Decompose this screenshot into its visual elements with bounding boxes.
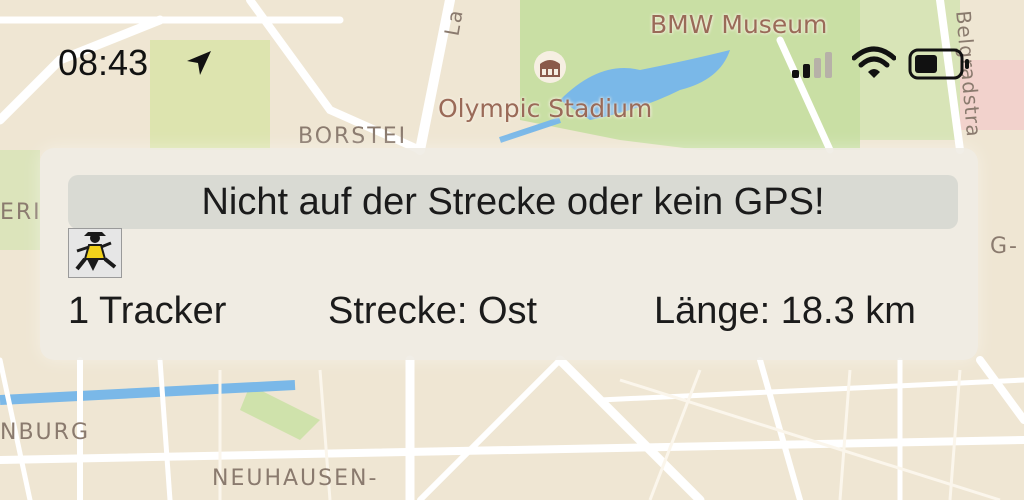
district-label: G-: [990, 234, 1019, 259]
tracker-avatar-icon[interactable]: [68, 228, 122, 278]
location-arrow-icon: [187, 51, 211, 75]
route-label: Strecke: Ost: [328, 290, 538, 332]
poi-label-olympic-stadium[interactable]: Olympic Stadium: [438, 94, 652, 123]
tracker-count: 1 Tracker: [68, 290, 227, 332]
status-time: 08:43: [58, 42, 149, 83]
district-label: BORSTEI: [298, 124, 408, 149]
battery-icon: [908, 48, 969, 80]
cellular-signal-icon: [792, 52, 832, 78]
wifi-icon: [852, 46, 896, 78]
district-label: NEUHAUSEN-: [212, 466, 379, 491]
district-label: NBURG: [0, 420, 90, 445]
district-label: ERI: [0, 200, 42, 225]
route-length: Länge: 18.3 km: [654, 290, 916, 332]
street-label: La: [439, 6, 468, 38]
gps-warning-text: Nicht auf der Strecke oder kein GPS!: [201, 180, 825, 223]
stadium-icon[interactable]: [533, 50, 567, 84]
gps-warning-banner: Nicht auf der Strecke oder kein GPS!: [68, 175, 958, 229]
poi-label-bmw-museum[interactable]: BMW Museum: [650, 10, 827, 39]
